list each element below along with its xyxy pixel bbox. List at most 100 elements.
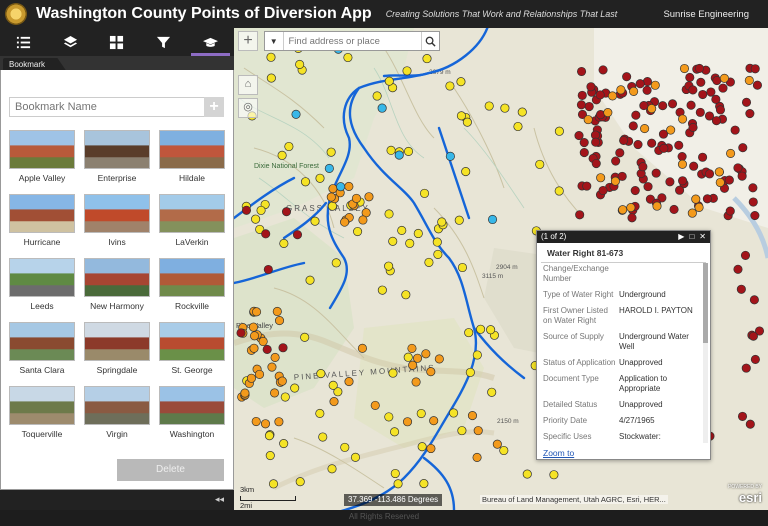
diversion-point[interactable]: [465, 367, 475, 377]
diversion-point[interactable]: [357, 343, 367, 353]
zoom-in-button[interactable]: +: [238, 31, 258, 51]
diversion-point[interactable]: [454, 215, 464, 225]
bookmark-thumbnail[interactable]: [159, 194, 225, 233]
diversion-point[interactable]: [340, 217, 350, 227]
diversion-point[interactable]: [393, 479, 403, 489]
diversion-point[interactable]: [487, 214, 498, 225]
diversion-point[interactable]: [749, 295, 759, 305]
diversion-point[interactable]: [696, 77, 706, 87]
diversion-point[interactable]: [412, 353, 423, 363]
diversion-point[interactable]: [603, 108, 613, 118]
diversion-point[interactable]: [300, 332, 310, 342]
diversion-point[interactable]: [305, 275, 315, 285]
diversion-point[interactable]: [517, 107, 527, 117]
bookmark-item[interactable]: Rockville: [159, 258, 225, 311]
bookmark-thumbnail[interactable]: [84, 322, 150, 361]
diversion-point[interactable]: [248, 322, 258, 332]
diversion-point[interactable]: [740, 250, 751, 260]
diversion-point[interactable]: [258, 336, 268, 347]
diversion-point[interactable]: [582, 181, 592, 191]
diversion-point[interactable]: [266, 73, 276, 83]
diversion-point[interactable]: [659, 143, 669, 153]
bookmark-thumbnail[interactable]: [84, 130, 150, 169]
filter-tool-button[interactable]: [140, 28, 187, 56]
diversion-point[interactable]: [499, 445, 509, 456]
diversion-point[interactable]: [384, 76, 394, 86]
diversion-point[interactable]: [733, 163, 743, 173]
diversion-point[interactable]: [476, 324, 486, 334]
diversion-point[interactable]: [407, 343, 417, 353]
diversion-point[interactable]: [607, 91, 618, 101]
diversion-point[interactable]: [745, 108, 755, 119]
diversion-point[interactable]: [598, 65, 608, 75]
diversion-point[interactable]: [388, 368, 398, 378]
bookmark-thumbnail[interactable]: [9, 258, 75, 297]
diversion-point[interactable]: [651, 168, 661, 178]
diversion-point[interactable]: [640, 124, 650, 134]
diversion-point[interactable]: [665, 177, 675, 187]
diversion-point[interactable]: [411, 377, 421, 387]
diversion-point[interactable]: [705, 169, 715, 179]
diversion-point[interactable]: [353, 226, 363, 237]
map-view[interactable]: GRASS VALLEY PINE VALLEY MOUNTAINS Pine …: [234, 28, 768, 510]
diversion-point[interactable]: [295, 59, 305, 70]
diversion-point[interactable]: [718, 83, 728, 93]
diversion-point[interactable]: [461, 167, 471, 177]
diversion-point[interactable]: [652, 201, 662, 211]
diversion-point[interactable]: [270, 352, 280, 363]
diversion-point[interactable]: [434, 354, 444, 364]
diversion-point[interactable]: [429, 416, 439, 426]
bookmark-item[interactable]: LaVerkin: [159, 194, 225, 247]
diversion-point[interactable]: [456, 111, 466, 121]
close-icon[interactable]: ✕: [699, 231, 706, 243]
diversion-point[interactable]: [677, 159, 688, 169]
diversion-point[interactable]: [674, 140, 684, 150]
diversion-point[interactable]: [377, 103, 387, 113]
diversion-point[interactable]: [616, 85, 626, 95]
diversion-point[interactable]: [464, 328, 474, 338]
diversion-point[interactable]: [327, 201, 337, 211]
bookmark-thumbnail[interactable]: [9, 386, 75, 425]
diversion-point[interactable]: [261, 229, 271, 239]
diversion-point[interactable]: [336, 182, 346, 192]
collapse-panel-icon[interactable]: ◂◂: [215, 494, 224, 505]
diversion-point[interactable]: [586, 82, 596, 92]
diversion-point[interactable]: [633, 140, 643, 150]
diversion-point[interactable]: [402, 417, 413, 427]
diversion-point[interactable]: [326, 147, 336, 157]
diversion-point[interactable]: [277, 376, 287, 386]
diversion-point[interactable]: [666, 125, 676, 135]
diversion-point[interactable]: [316, 369, 326, 379]
diversion-point[interactable]: [449, 408, 459, 418]
diversion-point[interactable]: [340, 442, 350, 452]
diversion-point[interactable]: [251, 416, 261, 427]
diversion-point[interactable]: [706, 87, 716, 97]
diversion-point[interactable]: [702, 194, 712, 204]
diversion-point[interactable]: [281, 207, 292, 217]
diversion-point[interactable]: [741, 97, 752, 107]
bookmark-thumbnail[interactable]: [9, 130, 75, 169]
diversion-point[interactable]: [472, 350, 482, 360]
diversion-point[interactable]: [689, 161, 699, 171]
diversion-point[interactable]: [647, 138, 657, 148]
diversion-point[interactable]: [733, 264, 743, 274]
diversion-point[interactable]: [344, 377, 354, 387]
diversion-point[interactable]: [598, 185, 608, 196]
diversion-point[interactable]: [456, 77, 466, 87]
diversion-point[interactable]: [750, 64, 760, 74]
diversion-point[interactable]: [292, 230, 303, 240]
diversion-point[interactable]: [744, 75, 754, 85]
diversion-point[interactable]: [678, 176, 688, 186]
diversion-point[interactable]: [642, 85, 652, 95]
diversion-point[interactable]: [417, 442, 427, 452]
diversion-point[interactable]: [535, 159, 545, 169]
bookmark-thumbnail[interactable]: [159, 386, 225, 425]
diversion-point[interactable]: [251, 214, 261, 224]
bookmark-item[interactable]: Toquerville: [9, 386, 75, 439]
diversion-point[interactable]: [750, 210, 760, 221]
bookmark-thumbnail[interactable]: [9, 194, 75, 233]
diversion-point[interactable]: [577, 66, 587, 77]
diversion-point[interactable]: [326, 192, 336, 202]
bookmark-thumbnail[interactable]: [84, 258, 150, 297]
diversion-point[interactable]: [240, 388, 250, 398]
